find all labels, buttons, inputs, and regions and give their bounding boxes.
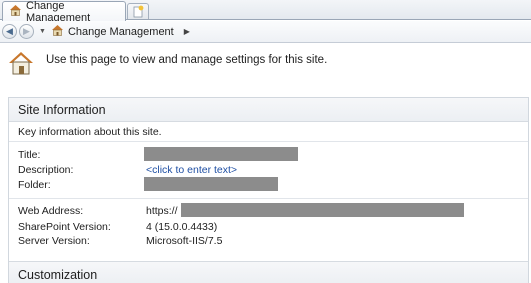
web-address-redacted <box>181 203 464 217</box>
customization-heading: Customization <box>9 261 528 283</box>
history-dropdown-icon[interactable]: ▼ <box>39 28 46 35</box>
page-intro: Use this page to view and manage setting… <box>8 50 523 82</box>
home-icon <box>9 4 22 19</box>
tab-label: Change Management <box>26 0 91 24</box>
breadcrumb-site: Change Management <box>67 25 174 38</box>
description-label: Description: <box>18 164 74 176</box>
server-version-label: Server Version: <box>18 235 90 247</box>
back-arrow-icon: ◀ <box>6 26 13 36</box>
title-value-redacted <box>144 147 298 161</box>
tab-change-management[interactable]: Change Management <box>2 0 126 24</box>
breadcrumb[interactable]: Change Management ▶ <box>51 24 190 39</box>
home-icon <box>51 24 64 39</box>
forward-arrow-icon: ▶ <box>23 26 30 36</box>
web-address-label: Web Address: <box>18 205 84 217</box>
folder-value-redacted <box>144 177 278 191</box>
server-version-value: Microsoft-IIS/7.5 <box>146 235 223 247</box>
tab-strip: Change Management <box>0 0 531 24</box>
site-information-panel: Site Information Key information about t… <box>8 97 529 283</box>
sharepoint-version-value: 4 (15.0.0.4433) <box>146 221 218 233</box>
forward-button[interactable]: ▶ <box>19 24 34 39</box>
section-description: Key information about this site. <box>9 122 528 142</box>
section-divider <box>9 198 528 199</box>
sharepoint-version-label: SharePoint Version: <box>18 221 111 233</box>
home-large-icon <box>8 50 34 76</box>
navigation-bar: ◀ ▶ ▼ Change Management ▶ <box>0 21 531 43</box>
web-address-prefix: https:// <box>146 205 178 217</box>
description-link[interactable]: <click to enter text> <box>146 164 237 176</box>
back-button[interactable]: ◀ <box>2 24 17 39</box>
new-tab-button[interactable] <box>127 3 149 19</box>
title-label: Title: <box>18 149 41 161</box>
folder-label: Folder: <box>18 179 51 191</box>
intro-text: Use this page to view and manage setting… <box>46 54 328 66</box>
section-heading: Site Information <box>9 98 528 122</box>
chevron-right-icon[interactable]: ▶ <box>184 27 190 36</box>
